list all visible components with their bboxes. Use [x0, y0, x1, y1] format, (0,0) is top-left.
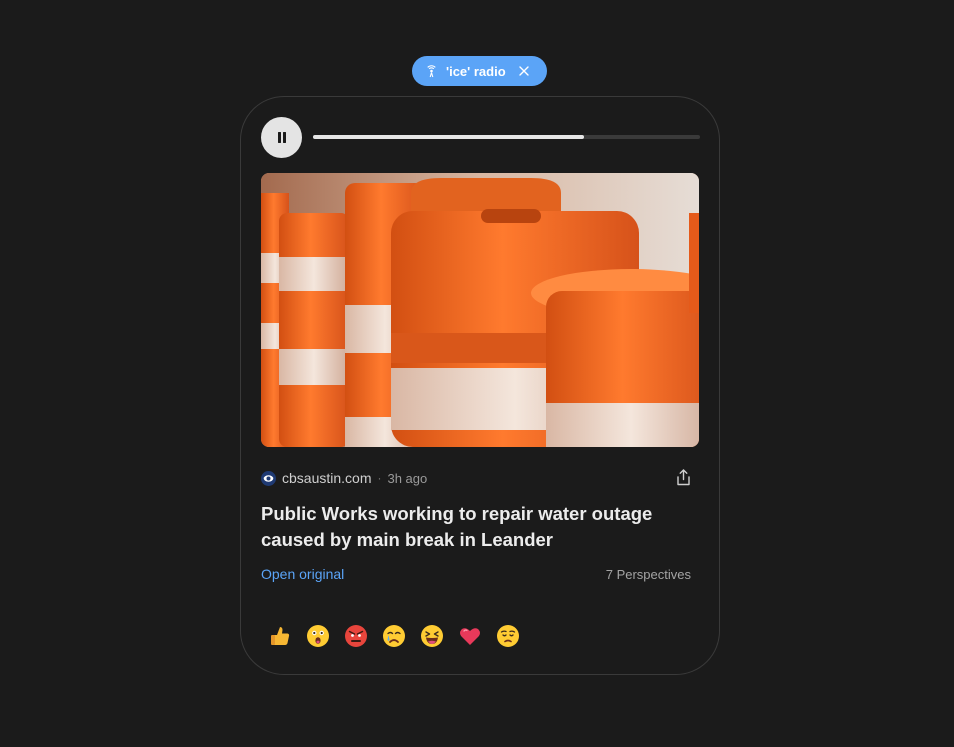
audio-progress-bar[interactable]: [313, 135, 700, 139]
worried-emoji[interactable]: [495, 623, 521, 649]
thumbs-up-emoji[interactable]: [267, 623, 293, 649]
pause-button[interactable]: [261, 117, 302, 158]
cbs-eye-logo-icon: [261, 470, 276, 486]
crying-emoji[interactable]: [381, 623, 407, 649]
reaction-bar: [267, 623, 533, 649]
share-icon[interactable]: [676, 469, 691, 486]
topic-chip[interactable]: 'ice' radio: [412, 56, 547, 86]
angry-emoji[interactable]: [343, 623, 369, 649]
published-time: 3h ago: [387, 470, 428, 486]
article-meta: cbsaustin.com · 3h ago: [261, 468, 427, 488]
topic-chip-label: 'ice' radio: [446, 63, 506, 79]
open-original-link[interactable]: Open original: [261, 566, 344, 582]
audio-progress-fill: [313, 135, 584, 139]
traffic-barrels-photo: [261, 173, 699, 447]
surprised-emoji[interactable]: [305, 623, 331, 649]
pause-icon: [276, 131, 288, 144]
perspectives-count[interactable]: 7 Perspectives: [606, 567, 691, 582]
laughing-emoji[interactable]: [419, 623, 445, 649]
meta-separator: ·: [377, 471, 382, 485]
heart-emoji[interactable]: [457, 623, 483, 649]
source-name[interactable]: cbsaustin.com: [282, 470, 371, 486]
radio-broadcast-icon: [425, 64, 438, 78]
article-image[interactable]: [261, 173, 699, 447]
close-icon[interactable]: [518, 65, 530, 77]
article-headline[interactable]: Public Works working to repair water out…: [261, 501, 691, 553]
article-card: cbsaustin.com · 3h ago Public Works work…: [240, 96, 720, 675]
